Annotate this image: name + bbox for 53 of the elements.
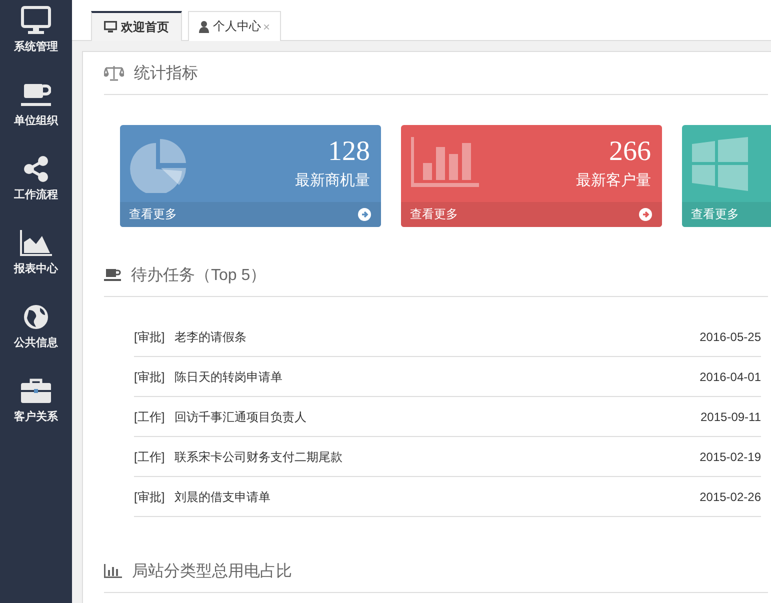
coffee-cup-icon xyxy=(21,82,51,108)
section-title: 待办任务（Top 5） xyxy=(131,266,266,286)
task-type: [工作] xyxy=(134,448,165,466)
area-chart-icon xyxy=(20,230,52,256)
sidebar-item[interactable]: 系统管理 xyxy=(0,4,72,78)
task-title: 回访千事汇通项目负责人 xyxy=(174,408,307,426)
task-row[interactable]: [审批] 老李的请假条 2016-05-25 xyxy=(134,317,761,357)
share-icon xyxy=(23,156,49,182)
task-row[interactable]: [审批] 陈日天的转岗申请单 2016-04-01 xyxy=(134,357,761,397)
task-title: 陈日天的转岗申请单 xyxy=(174,368,283,386)
user-icon xyxy=(199,20,209,32)
tab[interactable]: 欢迎首页 xyxy=(91,11,182,41)
task-title: 联系宋卡公司财务支付二期尾款 xyxy=(174,448,343,466)
task-date: 2016-05-25 xyxy=(700,330,761,344)
task-type: [审批] xyxy=(134,328,165,346)
sidebar-item[interactable]: 公共信息 xyxy=(0,300,72,374)
balance-scale-icon xyxy=(104,65,124,81)
task-date: 2015-02-26 xyxy=(700,490,761,504)
coffee-cup-icon xyxy=(104,268,121,282)
section-title: 局站分类型总用电占比 xyxy=(132,562,292,582)
task-row[interactable]: [审批] 刘晨的借支申请单 2015-02-26 xyxy=(134,477,761,517)
stat-label: 最新商机量 xyxy=(295,171,370,190)
monitor-icon xyxy=(21,6,51,34)
task-type: [审批] xyxy=(134,368,165,386)
view-more-link[interactable]: 查看更多 xyxy=(410,206,458,223)
task-date: 2015-09-11 xyxy=(700,410,761,424)
windows-logo-icon xyxy=(692,137,748,191)
tab[interactable]: 个人中心 × xyxy=(188,11,282,41)
stat-label: 最新客户量 xyxy=(576,171,651,190)
task-title: 刘晨的借支申请单 xyxy=(174,488,271,506)
task-date: 2016-04-01 xyxy=(700,370,761,384)
briefcase-icon xyxy=(21,378,51,404)
task-row[interactable]: [工作] 联系宋卡公司财务支付二期尾款 2015-02-19 xyxy=(134,437,761,477)
sidebar-item[interactable]: 报表中心 xyxy=(0,226,72,300)
monitor-icon xyxy=(104,21,117,33)
sidebar-item[interactable]: 单位组织 xyxy=(0,78,72,152)
task-type: [工作] xyxy=(134,408,165,426)
stat-value: 266 xyxy=(609,137,651,167)
pie-chart-icon xyxy=(130,137,188,193)
bar-chart-icon xyxy=(104,564,122,578)
stat-value: 128 xyxy=(328,137,370,167)
bar-chart-icon xyxy=(411,137,479,187)
arrow-circle-icon[interactable] xyxy=(358,208,371,221)
arrow-circle-icon[interactable] xyxy=(639,208,652,221)
view-more-link[interactable]: 查看更多 xyxy=(129,206,177,223)
task-title: 老李的请假条 xyxy=(174,328,247,346)
sidebar-item[interactable]: 客户关系 xyxy=(0,374,72,448)
section-title: 统计指标 xyxy=(134,64,198,84)
globe-icon xyxy=(23,304,49,330)
task-date: 2015-02-19 xyxy=(700,450,761,464)
sidebar-item[interactable]: 工作流程 xyxy=(0,152,72,226)
task-row[interactable]: [工作] 回访千事汇通项目负责人 2015-09-11 xyxy=(134,397,761,437)
task-type: [审批] xyxy=(134,488,165,506)
